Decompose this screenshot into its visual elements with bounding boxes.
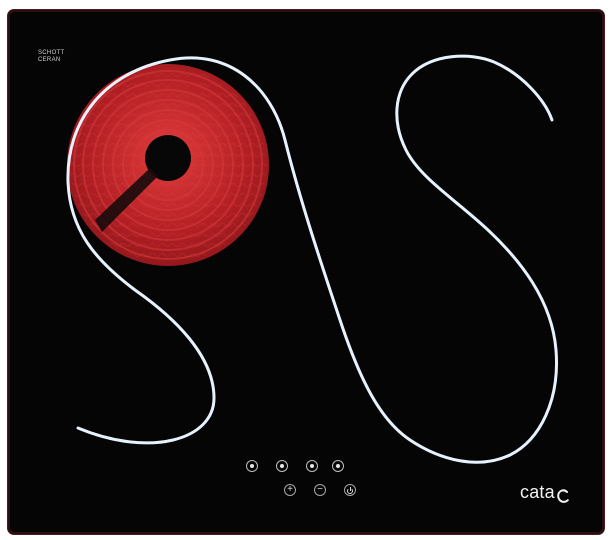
cooktop-graphics	[66, 54, 559, 464]
power-button[interactable]	[344, 484, 356, 496]
brand-logo: cata	[520, 482, 569, 503]
touch-control-panel: + −	[240, 460, 370, 500]
zone-selector-3[interactable]	[306, 460, 318, 472]
certification-line-1: SCHOTT	[38, 50, 65, 56]
certification-line-2: CERAN	[38, 57, 61, 63]
logo-text: cata	[520, 482, 555, 502]
minus-button[interactable]: −	[314, 484, 326, 496]
plus-button[interactable]: +	[284, 484, 296, 496]
ceramic-glass-brand-label: SCHOTT CERAN	[38, 44, 64, 64]
zone-selector-4[interactable]	[332, 460, 344, 472]
zone-selector-1[interactable]	[246, 460, 258, 472]
logo-mark-icon	[557, 487, 569, 503]
minus-symbol: −	[317, 484, 323, 495]
plus-symbol: +	[287, 484, 293, 495]
hot-zone	[67, 64, 269, 266]
zone-selector-2[interactable]	[276, 460, 288, 472]
